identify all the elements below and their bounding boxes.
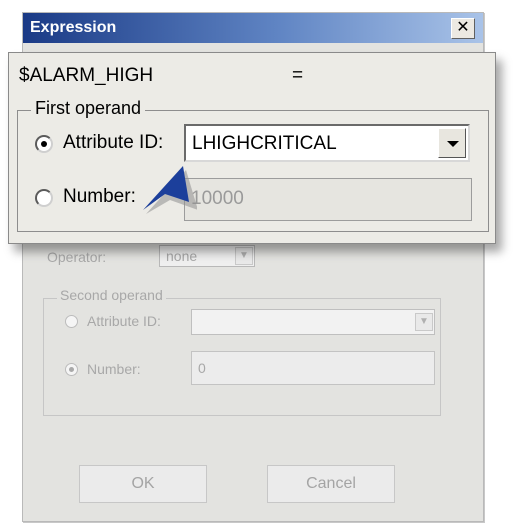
operator-label: Operator:: [47, 249, 107, 265]
dialog-titlebar: Expression ✕: [23, 13, 483, 43]
second-operand-title: Second operand: [57, 287, 166, 303]
second-attribute-label: Attribute ID:: [87, 313, 161, 329]
second-number-value: 0: [198, 360, 206, 376]
first-attribute-select[interactable]: LHIGHCRITICAL: [184, 124, 470, 162]
callout-arrow-icon: [143, 166, 197, 214]
cancel-button[interactable]: Cancel: [267, 465, 395, 503]
expression-name: $ALARM_HIGH: [19, 65, 154, 86]
first-attribute-radio[interactable]: [35, 135, 53, 153]
chevron-down-icon[interactable]: ▼: [415, 313, 433, 331]
second-attribute-select[interactable]: ▼: [191, 309, 435, 335]
second-number-radio[interactable]: [65, 363, 78, 376]
dialog-title: Expression: [30, 19, 117, 36]
first-number-label: Number:: [63, 186, 136, 207]
chevron-down-icon[interactable]: [438, 128, 466, 158]
second-attribute-radio[interactable]: [65, 315, 78, 328]
operator-value: none: [166, 248, 198, 264]
second-number-input[interactable]: 0: [191, 351, 435, 385]
first-number-radio[interactable]: [35, 189, 53, 207]
operator-select[interactable]: none ▼: [159, 245, 255, 267]
first-operand-title: First operand: [31, 98, 146, 119]
close-icon: ✕: [456, 19, 470, 36]
equals-sign: =: [292, 65, 304, 86]
first-number-value: 10000: [191, 188, 244, 209]
ok-button[interactable]: OK: [79, 465, 207, 503]
chevron-down-icon[interactable]: ▼: [235, 247, 253, 265]
zoomed-first-operand-panel: $ALARM_HIGH = First operand Attribute ID…: [8, 52, 496, 244]
close-button[interactable]: ✕: [451, 18, 475, 39]
first-attribute-label: Attribute ID:: [63, 132, 164, 153]
second-number-label: Number:: [87, 361, 141, 377]
first-attribute-value: LHIGHCRITICAL: [192, 133, 337, 154]
first-number-input[interactable]: 10000: [184, 178, 472, 221]
